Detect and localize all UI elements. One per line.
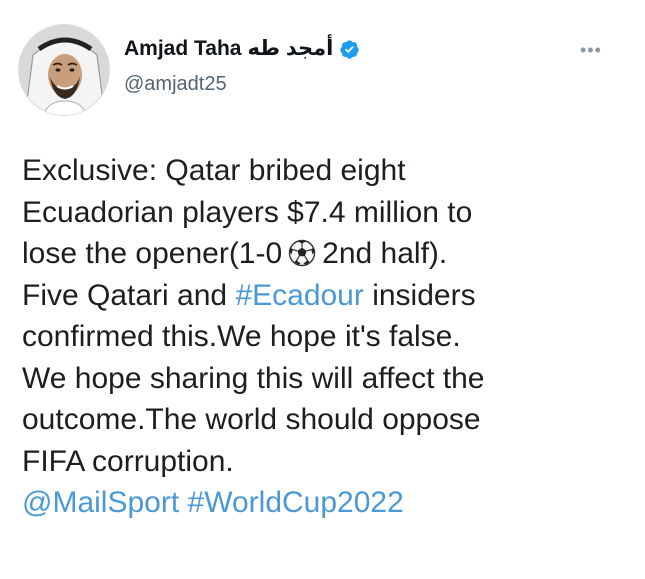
mention-mailsport-link[interactable]: @MailSport xyxy=(22,486,179,519)
tweet-line-text: lose the opener(1-0 xyxy=(22,237,283,270)
tweet-line: lose the opener(1-0 2nd half). xyxy=(22,233,632,275)
author-avatar[interactable] xyxy=(18,24,110,116)
author-display-name-arabic[interactable]: أمجد طه xyxy=(247,36,333,62)
tweet-line-text: insiders xyxy=(363,278,476,312)
verified-badge-icon xyxy=(339,39,360,60)
author-name-row[interactable]: Amjad Taha أمجد طه xyxy=(124,36,360,62)
tweet-line: Five Qatari and #Ecadour insiders xyxy=(22,275,632,317)
hashtag-worldcup-link[interactable]: #WorldCup2022 xyxy=(188,486,404,519)
tweet-line: outcome.The world should oppose xyxy=(22,403,481,436)
avatar-photo-icon xyxy=(19,25,109,115)
tweet-line: FIFA corruption. xyxy=(22,444,234,478)
more-options-icon[interactable]: ••• xyxy=(580,41,602,59)
tweet-line: Exclusive: Qatar bribed eight xyxy=(22,154,406,187)
tweet-line: @MailSport #WorldCup2022 xyxy=(22,482,632,524)
tweet-line: We hope sharing this will affect the xyxy=(22,361,485,395)
tweet-line: Ecuadorian players $7.4 million to xyxy=(22,195,473,229)
tweet-card: Amjad Taha أمجد طه @amjadt25 ••• Exclusi… xyxy=(0,0,645,579)
author-display-name[interactable]: Amjad Taha xyxy=(124,36,241,62)
hashtag-ecadour-link[interactable]: #Ecadour xyxy=(235,279,363,312)
tweet-line-text: Five Qatari and xyxy=(22,278,236,312)
tweet-line-text: 2nd half). xyxy=(322,237,448,270)
author-handle[interactable]: @amjadt25 xyxy=(124,72,227,96)
tweet-text: Exclusive: Qatar bribed eight Ecuadorian… xyxy=(22,150,632,524)
soccer-ball-icon xyxy=(288,237,316,267)
tweet-line: confirmed this.We hope it's false. xyxy=(22,320,461,353)
